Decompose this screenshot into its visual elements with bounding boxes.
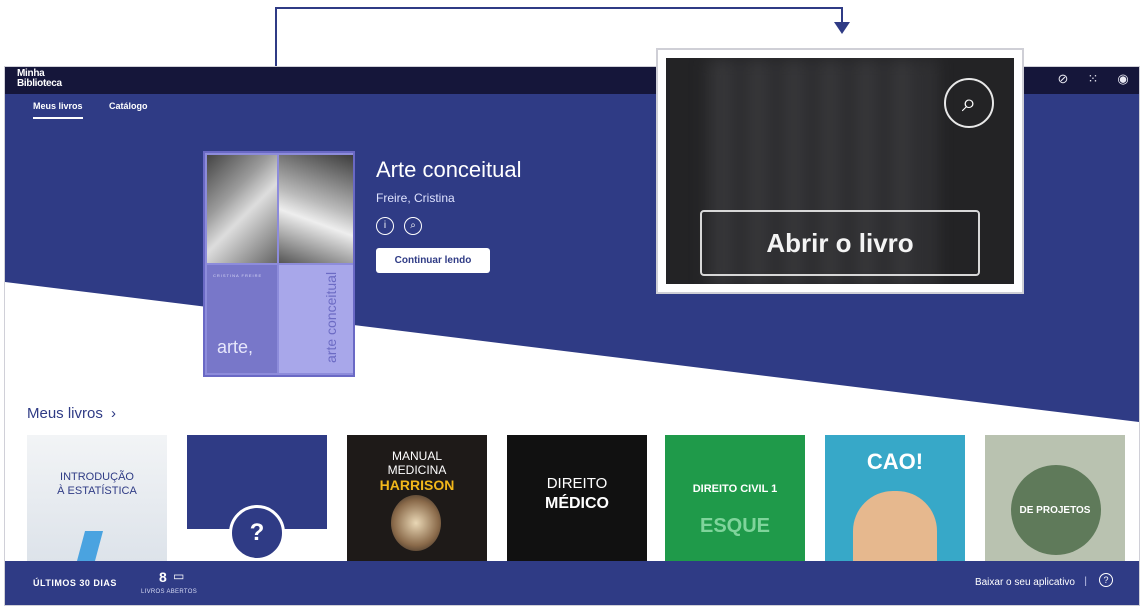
cover-photo-left bbox=[207, 155, 277, 263]
cover-brand: arte, bbox=[217, 337, 254, 357]
account-icon[interactable]: ◉ bbox=[1115, 71, 1131, 87]
book-card[interactable]: INTRODUÇÃO À ESTATÍSTICA bbox=[27, 435, 167, 561]
search-icon[interactable]: ⌕ bbox=[404, 217, 422, 235]
cover-vertical-title: arte conceitual bbox=[323, 271, 339, 363]
footer-bar: ÚLTIMOS 30 DIAS 8 ▭ LIVROS ABERTOS Baixa… bbox=[5, 561, 1139, 605]
book-card[interactable]: DE PROJETOS bbox=[985, 435, 1125, 561]
section-title-meus-livros[interactable]: Meus livros › bbox=[27, 405, 116, 422]
arrow-down-icon bbox=[834, 22, 850, 34]
tab-meus-livros[interactable]: Meus livros bbox=[33, 101, 83, 119]
cover-panel bbox=[279, 265, 353, 373]
chevron-right-icon: › bbox=[111, 405, 117, 422]
footer-separator: | bbox=[1084, 576, 1087, 587]
book-card[interactable]: DIREITO MÉDICO bbox=[507, 435, 647, 561]
tab-catalogo[interactable]: Catálogo bbox=[109, 101, 148, 111]
zoom-callout: ⌕ Abrir o livro bbox=[656, 48, 1024, 294]
unknown-cover-icon: ? bbox=[229, 505, 285, 561]
cover-author-text: CRISTINA FREIRE bbox=[213, 273, 263, 278]
open-book-button[interactable]: Abrir o livro bbox=[700, 210, 980, 276]
search-icon[interactable]: ⌕ bbox=[944, 78, 994, 128]
cover-photo-right bbox=[279, 155, 353, 263]
open-book-icon: ▭ bbox=[173, 569, 185, 583]
app-logo[interactable]: Minha Biblioteca bbox=[17, 69, 62, 89]
apps-grid-icon[interactable]: ⁙ bbox=[1085, 71, 1101, 87]
period-label: ÚLTIMOS 30 DIAS bbox=[33, 578, 117, 588]
zoom-hover-overlay: ⌕ Abrir o livro bbox=[666, 58, 1014, 284]
featured-book-cover[interactable]: CRISTINA FREIRE arte, arte conceitual bbox=[203, 151, 355, 377]
books-count-label: LIVROS ABERTOS bbox=[141, 589, 197, 595]
no-camera-icon[interactable]: ⊘ bbox=[1055, 71, 1071, 87]
book-card[interactable]: CAO! bbox=[825, 435, 965, 561]
book-card-placeholder[interactable]: ? bbox=[187, 435, 327, 561]
book-card[interactable]: MANUAL MEDICINA HARRISON bbox=[347, 435, 487, 561]
book-card[interactable]: DIREITO CIVIL 1 ESQUE bbox=[665, 435, 805, 561]
top-icons: ⊘ ⁙ ◉ bbox=[1055, 71, 1131, 87]
download-app-link[interactable]: Baixar o seu aplicativo bbox=[975, 577, 1075, 588]
featured-book-title: Arte conceitual bbox=[376, 157, 522, 182]
featured-book-author: Freire, Cristina bbox=[376, 191, 455, 205]
help-icon[interactable]: ? bbox=[1099, 573, 1113, 587]
info-icon[interactable]: i bbox=[376, 217, 394, 235]
continue-reading-button[interactable]: Continuar lendo bbox=[376, 248, 490, 273]
tutorial-figure: Minha Biblioteca ⊘ ⁙ ◉ Meus livros Catál… bbox=[0, 0, 1142, 606]
books-count: 8 bbox=[159, 569, 167, 585]
